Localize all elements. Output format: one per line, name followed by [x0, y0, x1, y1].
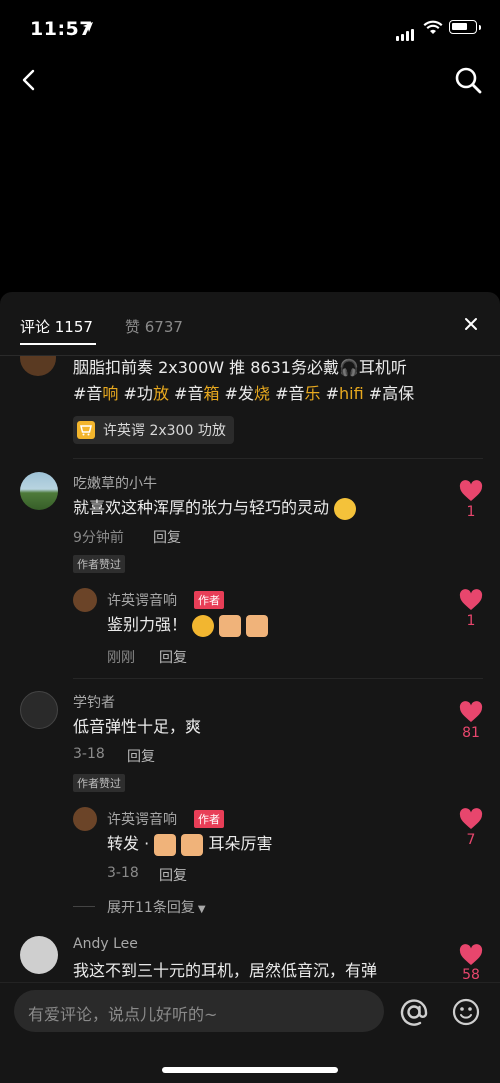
cart-icon — [77, 421, 95, 439]
reply-author[interactable]: 许英谔音响 — [107, 809, 177, 829]
avatar[interactable] — [73, 807, 97, 831]
tab-indicator — [20, 343, 96, 345]
heart-icon[interactable] — [459, 589, 483, 611]
heart-icon[interactable] — [459, 701, 483, 723]
battery-icon — [449, 20, 481, 34]
reply-author[interactable]: 许英谔音响 — [107, 590, 177, 610]
reply-button[interactable]: 回复 — [153, 527, 181, 547]
avatar[interactable] — [73, 588, 97, 612]
comment-text: 就喜欢这种浑厚的张力与轻巧的灵动 — [73, 495, 357, 521]
divider — [73, 678, 483, 679]
avatar[interactable] — [20, 936, 58, 974]
close-icon[interactable] — [463, 316, 479, 332]
home-indicator — [162, 1067, 338, 1073]
thumbs-up-emoji-icon — [154, 833, 177, 856]
thumbs-up-emoji-icon — [219, 614, 242, 637]
laughing-emoji-icon — [334, 497, 357, 520]
product-label: 许英谔 2x300 功放 — [103, 423, 226, 439]
product-link[interactable]: 许英谔 2x300 功放 — [73, 416, 234, 444]
location-arrow-icon — [83, 22, 93, 32]
clapping-emoji-icon — [181, 833, 204, 856]
like-count: 7 — [466, 832, 476, 848]
emoji-icon[interactable] — [452, 998, 480, 1026]
author-tag: 作者 — [194, 591, 224, 609]
expand-replies-button[interactable]: 展开11条回复 ▼ — [107, 897, 206, 917]
post-hashtags[interactable]: #音响 #功放 #音箱 #发烧 #音乐 #hifi #高保 — [73, 381, 414, 407]
divider — [73, 458, 483, 459]
reply-time: 3-18 — [107, 865, 139, 881]
avatar[interactable] — [20, 691, 58, 729]
avatar[interactable] — [20, 472, 58, 510]
reply-button[interactable]: 回复 — [159, 865, 187, 885]
like-count: 1 — [466, 613, 476, 629]
author-liked-badge: 作者赞过 — [73, 774, 125, 792]
heart-icon[interactable] — [459, 944, 483, 966]
comment-author[interactable]: 吃嫩草的小牛 — [73, 473, 157, 493]
chevron-down-icon: ▼ — [197, 904, 206, 915]
cellular-signal-icon — [396, 22, 416, 41]
clapping-emoji-icon — [246, 614, 269, 637]
wifi-icon — [423, 20, 443, 34]
like-count: 81 — [462, 725, 480, 741]
like-count: 58 — [462, 967, 480, 981]
comment-author[interactable]: 学钓者 — [73, 692, 115, 712]
comment-author[interactable]: Andy Lee — [73, 936, 138, 952]
reply-time: 刚刚 — [107, 650, 135, 666]
like-count: 1 — [466, 504, 476, 520]
tab-comments[interactable]: 评论 1157 — [20, 316, 93, 337]
reply-button[interactable]: 回复 — [159, 647, 187, 667]
heart-icon[interactable] — [459, 808, 483, 830]
comment-input-placeholder: 有爱评论，说点儿好听的~ — [28, 1005, 218, 1024]
comment-time: 9分钟前 — [73, 530, 124, 546]
heart-icon[interactable] — [459, 480, 483, 502]
back-icon[interactable] — [18, 68, 42, 92]
post-text-line1: 胭脂扣前奏 2x300W 推 8631务必戴🎧耳机听 — [73, 358, 407, 377]
reply-text: 转发 · 耳朵厉害 — [107, 831, 272, 857]
tab-likes[interactable]: 赞 6737 — [125, 316, 183, 337]
comment-text: 低音弹性十足，爽 — [73, 717, 202, 736]
at-icon[interactable] — [398, 996, 430, 1028]
astonished-emoji-icon — [192, 614, 215, 637]
author-avatar[interactable] — [20, 356, 56, 376]
comment-text: 我这不到三十元的耳机，居然低音沉，有弹 — [73, 961, 378, 980]
reply-text: 鉴别力强！ — [107, 612, 269, 638]
expand-line — [73, 906, 95, 907]
comment-list[interactable]: 胭脂扣前奏 2x300W 推 8631务必戴🎧耳机听 #音响 #功放 #音箱 #… — [0, 356, 500, 981]
author-liked-badge: 作者赞过 — [73, 555, 125, 573]
author-tag: 作者 — [194, 810, 224, 828]
status-bar: 11:57 — [0, 0, 500, 56]
search-icon[interactable] — [454, 66, 482, 94]
reply-button[interactable]: 回复 — [127, 746, 155, 766]
comment-time: 3-18 — [73, 746, 105, 762]
